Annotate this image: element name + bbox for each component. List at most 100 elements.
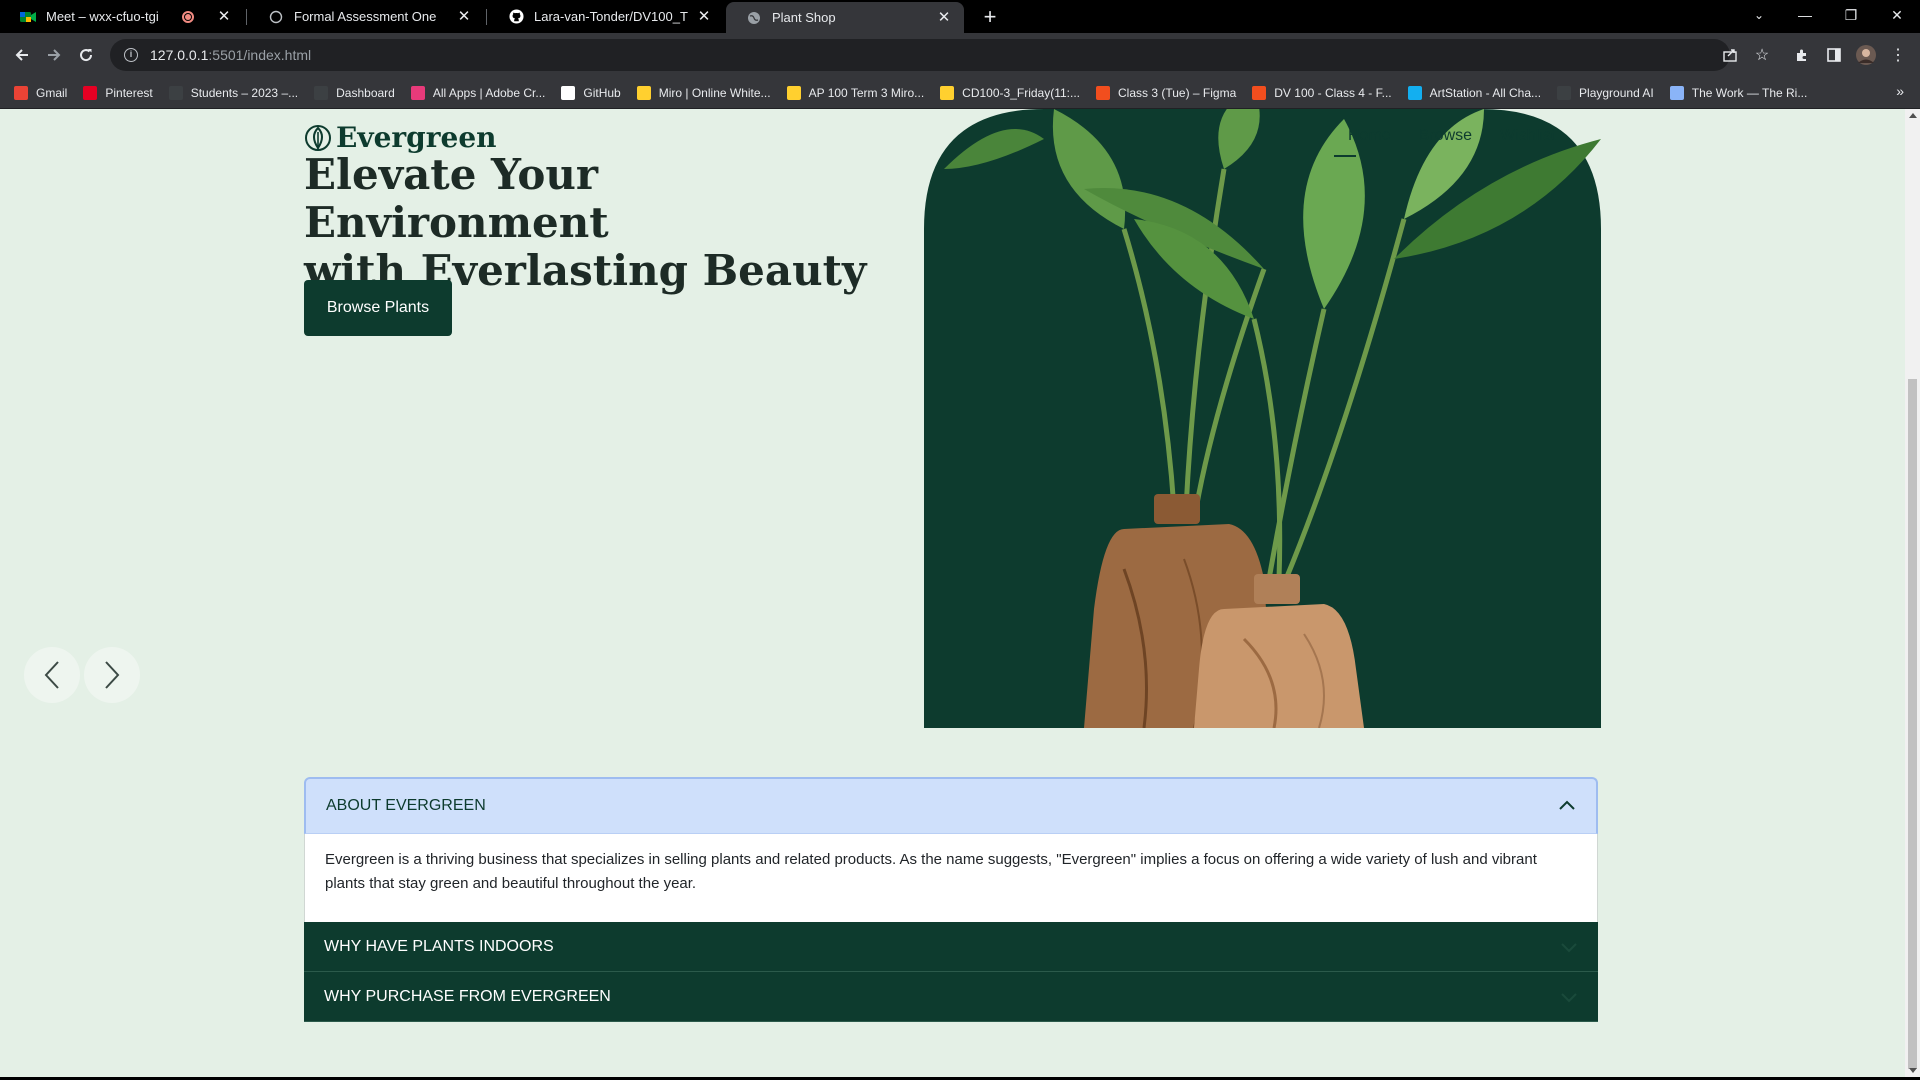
info-icon[interactable]: i — [124, 48, 138, 62]
bookmark-item[interactable]: Gmail — [14, 85, 68, 100]
bookmark-item[interactable]: Miro | Online White... — [636, 85, 771, 100]
chevron-down-icon — [1561, 992, 1577, 1002]
tab-title: Formal Assessment One — [294, 9, 437, 24]
bookmark-label: Gmail — [36, 85, 68, 100]
bookmark-item[interactable]: ArtStation - All Cha... — [1407, 85, 1542, 100]
close-icon[interactable]: ✕ — [936, 9, 952, 26]
miro-icon — [940, 85, 955, 100]
globe-icon — [746, 10, 762, 26]
restore-button[interactable]: ❐ — [1828, 0, 1874, 30]
bookmark-label: Students – 2023 –... — [190, 85, 299, 100]
forward-button[interactable] — [40, 41, 68, 69]
close-icon[interactable]: ✕ — [456, 8, 472, 25]
bookmark-label: The Work — The Ri... — [1691, 85, 1808, 100]
page-scrollbar[interactable] — [1905, 109, 1920, 1077]
bookmark-item[interactable]: Class 3 (Tue) – Figma — [1096, 85, 1237, 100]
minimize-button[interactable]: — — [1782, 0, 1828, 30]
url-host: 127.0.0.1 — [150, 47, 209, 63]
tab-title: Plant Shop — [772, 10, 836, 25]
carousel-prev-button[interactable] — [24, 647, 80, 703]
main-nav: Home Browse Wishlist — [1334, 127, 1555, 157]
bookmark-label: GitHub — [583, 85, 621, 100]
accordion-item-purchase: WHY PURCHASE FROM EVERGREEN — [304, 972, 1598, 1022]
arrow-right-icon — [48, 49, 61, 61]
gmail-icon — [14, 85, 28, 100]
bookmark-label: DV 100 - Class 4 - F... — [1274, 85, 1392, 100]
globe-icon — [168, 85, 183, 100]
chevron-left-icon — [44, 661, 59, 689]
accordion-title: WHY HAVE PLANTS INDOORS — [324, 937, 554, 955]
extensions-icon[interactable] — [1788, 41, 1816, 69]
miro-icon — [636, 85, 651, 100]
browse-plants-button[interactable]: Browse Plants — [304, 280, 452, 336]
accordion-body-about: Evergreen is a thriving business that sp… — [304, 834, 1598, 922]
accordion-header-indoors[interactable]: WHY HAVE PLANTS INDOORS — [304, 922, 1598, 972]
tab-title: Lara-van-Tonder/DV100_T3_Form — [534, 9, 688, 24]
accordion-title: WHY PURCHASE FROM EVERGREEN — [324, 987, 611, 1005]
nav-wishlist[interactable]: Wishlist — [1500, 127, 1555, 145]
reload-button[interactable] — [72, 41, 100, 69]
tab-plant-shop[interactable]: Plant Shop ✕ — [726, 2, 964, 33]
adobe-icon — [410, 85, 425, 100]
tab-meet[interactable]: Meet – wxx-cfuo-tgi ✕ — [0, 0, 244, 33]
pinterest-icon — [83, 85, 98, 100]
carousel-next-button[interactable] — [84, 647, 140, 703]
bookmark-label: AP 100 Term 3 Miro... — [808, 85, 925, 100]
bookmark-item[interactable]: CD100-3_Friday(11:... — [940, 85, 1080, 100]
scrollbar-thumb[interactable] — [1908, 379, 1917, 1069]
bookmark-label: Dashboard — [336, 85, 395, 100]
avatar[interactable] — [1852, 41, 1880, 69]
bookmark-item[interactable]: Playground AI — [1557, 85, 1654, 100]
accordion: ABOUT EVERGREEN Evergreen is a thriving … — [304, 777, 1598, 1022]
chevron-right-icon — [105, 661, 120, 689]
accordion-item-indoors: WHY HAVE PLANTS INDOORS — [304, 922, 1598, 972]
accordion-item-about: ABOUT EVERGREEN Evergreen is a thriving … — [304, 777, 1598, 922]
tab-github[interactable]: Lara-van-Tonder/DV100_T3_Form ✕ — [488, 0, 724, 33]
scroll-up-icon[interactable] — [1909, 113, 1917, 118]
globe-icon — [314, 85, 329, 100]
address-bar[interactable]: i 127.0.0.1 :5501/index.html — [110, 39, 1730, 71]
bookmark-item[interactable]: Dashboard — [314, 85, 395, 100]
page-viewport: Evergreen Home Browse Wishlist Elevate Y… — [0, 109, 1905, 1077]
scroll-down-icon[interactable] — [1909, 1068, 1917, 1073]
nav-browse[interactable]: Browse — [1419, 127, 1472, 145]
recording-icon — [182, 10, 194, 23]
bookmark-label: Class 3 (Tue) – Figma — [1118, 85, 1237, 100]
tab-search-icon[interactable]: ⌄ — [1736, 0, 1782, 30]
share-icon[interactable] — [1716, 41, 1744, 69]
bookmarks-overflow-icon[interactable]: » — [1896, 83, 1904, 99]
github-icon — [508, 9, 524, 25]
bookmark-star-icon[interactable]: ☆ — [1748, 41, 1776, 69]
accordion-header-about[interactable]: ABOUT EVERGREEN — [304, 777, 1598, 834]
bookmark-label: CD100-3_Friday(11:... — [962, 85, 1080, 100]
nav-home[interactable]: Home — [1334, 127, 1391, 157]
side-panel-icon[interactable] — [1820, 41, 1848, 69]
new-tab-button[interactable]: + — [976, 4, 1004, 30]
bookmark-label: Miro | Online White... — [658, 85, 771, 100]
bookmark-item[interactable]: The Work — The Ri... — [1669, 85, 1808, 100]
hero-title-line-1: Elevate Your Environment — [304, 150, 609, 247]
close-icon[interactable]: ✕ — [216, 8, 232, 25]
window-close-button[interactable]: ✕ — [1874, 0, 1920, 30]
bookmark-label: ArtStation - All Cha... — [1429, 85, 1542, 100]
chevron-up-icon — [1559, 800, 1575, 810]
back-button[interactable] — [8, 41, 36, 69]
bookmark-item[interactable]: DV 100 - Class 4 - F... — [1252, 85, 1392, 100]
menu-kebab-icon[interactable]: ⋮ — [1884, 41, 1912, 69]
leaf-icon — [305, 124, 331, 151]
globe-icon — [1557, 85, 1572, 100]
bookmark-item[interactable]: GitHub — [561, 85, 621, 100]
figma-icon — [1096, 85, 1110, 100]
accordion-header-purchase[interactable]: WHY PURCHASE FROM EVERGREEN — [304, 972, 1598, 1022]
url-path: :5501/index.html — [208, 47, 312, 63]
bookmark-label: All Apps | Adobe Cr... — [432, 85, 546, 100]
loading-icon — [268, 9, 284, 25]
figma-icon — [1252, 85, 1267, 100]
bookmark-item[interactable]: Pinterest — [83, 85, 153, 100]
tab-strip: Meet – wxx-cfuo-tgi ✕ Formal Assessment … — [0, 0, 1920, 33]
bookmark-item[interactable]: All Apps | Adobe Cr... — [410, 85, 546, 100]
bookmark-item[interactable]: AP 100 Term 3 Miro... — [786, 85, 925, 100]
tab-formal-assessment[interactable]: Formal Assessment One ✕ — [248, 0, 484, 33]
bookmark-item[interactable]: Students – 2023 –... — [168, 85, 299, 100]
close-icon[interactable]: ✕ — [696, 8, 712, 25]
